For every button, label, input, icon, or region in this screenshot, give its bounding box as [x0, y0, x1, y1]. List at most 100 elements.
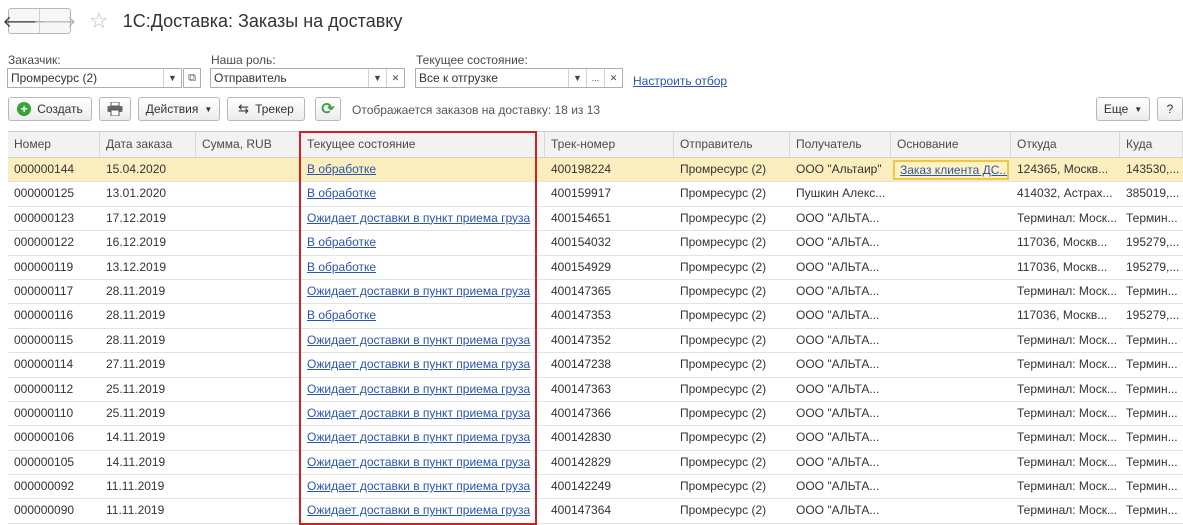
column-header-state[interactable]: Текущее состояние	[301, 132, 545, 157]
cell-track: 400147364	[551, 503, 612, 518]
print-button[interactable]	[99, 97, 131, 121]
table-row[interactable]: 000000119 13.12.2019 В обработке 400154929 П…	[8, 256, 1183, 280]
table-row[interactable]: 000000092 11.11.2019 Ожидает доставки в пу…	[8, 475, 1183, 500]
column-header-sender[interactable]: Отправитель	[674, 132, 790, 157]
cell-number: 000000122	[14, 235, 75, 250]
column-header-to[interactable]: Куда	[1120, 132, 1183, 157]
cell-from: Терминал: Моск...	[1017, 479, 1117, 494]
customer-field[interactable]: Промресурс (2) ▼	[7, 68, 182, 88]
column-header-basis[interactable]: Основание	[891, 132, 1011, 157]
cell-state[interactable]: В обработке	[301, 231, 545, 254]
cell-date: 13.01.2020	[106, 186, 167, 201]
cell-date: 16.12.2019	[106, 235, 167, 250]
cell-date: 27.11.2019	[106, 357, 166, 372]
cell-state[interactable]: Ожидает доставки в пункт приема груза	[301, 475, 545, 498]
chevron-down-icon[interactable]: ▼	[368, 69, 386, 87]
cell-recipient: ООО "АЛЬТА...	[796, 283, 880, 298]
cell-sum	[196, 402, 301, 425]
table-row[interactable]: 000000144 15.04.2020 В обработке 400198224 П…	[8, 158, 1183, 183]
table-row[interactable]: 000000106 14.11.2019 Ожидает доставки в пу…	[8, 426, 1183, 451]
clear-icon[interactable]: ✕	[604, 69, 622, 87]
table-row[interactable]: 000000123 17.12.2019 Ожидает доставки в пу…	[8, 207, 1183, 232]
cell-state[interactable]: Ожидает доставки в пункт приема груза	[301, 353, 545, 376]
cell-sum	[196, 329, 301, 352]
tracker-button[interactable]: ⇆ Трекер	[227, 97, 305, 121]
cell-from: Терминал: Моск...	[1017, 381, 1117, 396]
star-icon[interactable]: ☆	[89, 9, 109, 33]
clear-icon[interactable]: ✕	[386, 69, 404, 87]
actions-label: Действия	[145, 102, 199, 116]
table-row[interactable]: 000000116 28.11.2019 В обработке 400147353 П…	[8, 304, 1183, 329]
cell-state[interactable]: Ожидает доставки в пункт приема груза	[301, 280, 545, 303]
open-icon[interactable]: ⧉	[183, 68, 201, 88]
column-header-date[interactable]: Дата заказа	[100, 132, 196, 157]
cell-track: 400154651	[551, 210, 612, 225]
column-header-recipient[interactable]: Получатель	[790, 132, 891, 157]
table-row[interactable]: 000000115 28.11.2019 Ожидает доставки в пу…	[8, 329, 1183, 354]
table-row[interactable]: 000000125 13.01.2020 В обработке 400159917 П…	[8, 182, 1183, 207]
column-header-sum[interactable]: Сумма, RUB	[196, 132, 301, 157]
column-header-track[interactable]: Трек-номер	[545, 132, 674, 157]
cell-to: 195279,...	[1126, 235, 1180, 250]
state-value[interactable]: Все к отгрузке	[416, 69, 568, 87]
cell-from: Терминал: Моск...	[1017, 503, 1117, 518]
cell-date: 11.11.2019	[106, 479, 165, 494]
cell-recipient: ООО "АЛЬТА...	[796, 405, 880, 420]
help-label: ?	[1166, 102, 1174, 116]
cell-state[interactable]: В обработке	[301, 256, 545, 279]
customer-value[interactable]: Промресурс (2)	[8, 69, 163, 87]
cell-state[interactable]: Ожидает доставки в пункт приема груза	[301, 402, 545, 425]
cell-date: 13.12.2019	[106, 259, 167, 274]
cell-state[interactable]: Ожидает доставки в пункт приема груза	[301, 207, 545, 230]
forward-button[interactable]: 🡒	[34, 9, 76, 33]
actions-button[interactable]: Действия ▼	[138, 97, 220, 121]
table-row[interactable]: 000000117 28.11.2019 Ожидает доставки в пу…	[8, 280, 1183, 305]
help-button[interactable]: ?	[1157, 97, 1183, 121]
setup-filter-link[interactable]: Настроить отбор	[633, 74, 727, 88]
role-label: Наша роль:	[211, 53, 276, 67]
cell-to: Термин...	[1126, 210, 1178, 225]
more-button[interactable]: Еще ▼	[1096, 97, 1150, 121]
cell-state[interactable]: В обработке	[301, 158, 545, 181]
table-row[interactable]: 000000110 25.11.2019 Ожидает доставки в пу…	[8, 402, 1183, 427]
table-row[interactable]: 000000090 11.11.2019 Ожидает доставки в пу…	[8, 499, 1183, 524]
cell-sum	[196, 304, 301, 327]
chevron-down-icon[interactable]: ▼	[163, 69, 181, 87]
column-header-from[interactable]: Откуда	[1011, 132, 1120, 157]
cell-basis	[891, 475, 1011, 498]
cell-state[interactable]: В обработке	[301, 182, 545, 205]
create-button[interactable]: + Создать	[8, 97, 92, 121]
table-row[interactable]: 000000105 14.11.2019 Ожидает доставки в пу…	[8, 451, 1183, 476]
cell-to: Термин...	[1126, 381, 1178, 396]
cell-state[interactable]: В обработке	[301, 304, 545, 327]
basis-link[interactable]: Заказ клиента ДС...	[893, 160, 1009, 180]
customer-label: Заказчик:	[8, 53, 61, 67]
state-field[interactable]: Все к отгрузке ▼ ... ✕	[415, 68, 623, 88]
cell-state[interactable]: Ожидает доставки в пункт приема груза	[301, 329, 545, 352]
cell-date: 14.11.2019	[106, 454, 166, 469]
cell-sender: Промресурс (2)	[680, 259, 767, 274]
cell-sender: Промресурс (2)	[680, 235, 767, 250]
chevron-down-icon[interactable]: ▼	[568, 69, 586, 87]
cell-sum	[196, 426, 301, 449]
cell-sender: Промресурс (2)	[680, 210, 767, 225]
cell-from: 117036, Москв...	[1017, 235, 1108, 250]
ellipsis-icon[interactable]: ...	[586, 69, 604, 87]
refresh-button[interactable]: ⟳	[315, 97, 341, 121]
cell-state[interactable]: Ожидает доставки в пункт приема груза	[301, 451, 545, 474]
cell-basis	[891, 378, 1011, 401]
cell-state[interactable]: Ожидает доставки в пункт приема груза	[301, 378, 545, 401]
cell-date: 28.11.2019	[106, 283, 166, 298]
cell-state[interactable]: Ожидает доставки в пункт приема груза	[301, 499, 545, 522]
table-row[interactable]: 000000114 27.11.2019 Ожидает доставки в пу…	[8, 353, 1183, 378]
cell-to: 143530,...	[1126, 162, 1180, 176]
cell-state[interactable]: Ожидает доставки в пункт приема груза	[301, 426, 545, 449]
create-label: Создать	[37, 102, 83, 116]
role-field[interactable]: Отправитель ▼ ✕	[210, 68, 405, 88]
role-value[interactable]: Отправитель	[211, 69, 368, 87]
table-row[interactable]: 000000112 25.11.2019 Ожидает доставки в пу…	[8, 378, 1183, 402]
column-header-number[interactable]: Номер	[8, 132, 100, 157]
cell-to: Термин...	[1126, 283, 1178, 298]
table-row[interactable]: 000000122 16.12.2019 В обработке 400154032 П…	[8, 231, 1183, 256]
refresh-icon: ⟳	[321, 101, 335, 118]
